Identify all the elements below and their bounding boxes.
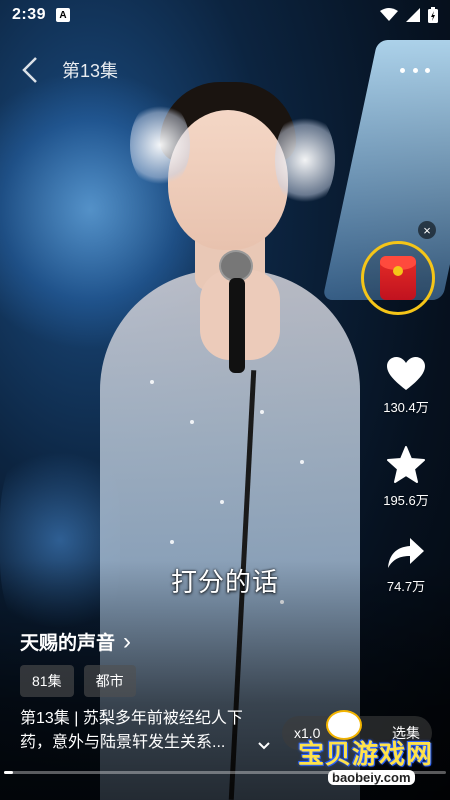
episode-title: 第13集: [62, 61, 119, 81]
sparkle: [170, 540, 174, 544]
description-line: 第13集 | 苏梨多年前被经纪人下: [20, 710, 243, 727]
chevron-down-icon[interactable]: [258, 737, 270, 755]
video-subtitle: 打分的话: [170, 567, 279, 597]
description-line: 药，意外与陆景轩发生关系...: [20, 734, 226, 751]
drama-tags: 81集 都市: [20, 665, 136, 697]
sparkle: [260, 410, 264, 414]
microphone-handle: [229, 278, 245, 373]
top-bar: 第13集: [0, 50, 450, 90]
hair-ornament: [130, 100, 190, 190]
chevron-right-icon: ›: [123, 627, 132, 655]
status-icons: [380, 7, 438, 23]
tag-genre[interactable]: 都市: [83, 665, 136, 697]
chevron-left-icon[interactable]: [20, 54, 48, 86]
like-button[interactable]: 130.4万: [370, 357, 442, 416]
drama-title-link[interactable]: 天赐的声音 ›: [20, 628, 131, 655]
favorite-count: 195.6万: [383, 493, 429, 508]
heart-icon: [387, 357, 425, 390]
drama-description[interactable]: 第13集 | 苏梨多年前被经纪人下 药，意外与陆景轩发生关系...: [20, 707, 270, 755]
wifi-icon: [380, 8, 398, 21]
watermark-text: 宝贝游戏网: [298, 739, 434, 769]
progress-bar[interactable]: [4, 771, 446, 774]
favorite-button[interactable]: 195.6万: [370, 446, 442, 509]
notification-badge: A: [56, 8, 71, 22]
star-icon: [387, 446, 425, 483]
like-count: 130.4万: [383, 400, 429, 415]
sparkle: [220, 500, 224, 504]
progress-fill: [4, 771, 13, 774]
signal-icon: [406, 8, 420, 22]
red-envelope-icon: [380, 256, 416, 300]
hair-ornament: [275, 110, 335, 210]
status-bar: 2:39 A: [0, 0, 450, 30]
battery-icon: [428, 7, 438, 23]
red-envelope-button[interactable]: [361, 241, 435, 315]
sparkle: [150, 380, 154, 384]
more-dots-icon[interactable]: [400, 60, 430, 80]
tag-episode-count[interactable]: 81集: [20, 665, 74, 697]
sparkle: [300, 460, 304, 464]
watermark: 宝贝游戏网 baobeiy.com: [298, 708, 448, 793]
drama-title: 天赐的声音: [20, 633, 116, 654]
close-icon[interactable]: ×: [418, 221, 436, 239]
sparkle: [190, 420, 194, 424]
status-time: 2:39: [12, 6, 47, 23]
